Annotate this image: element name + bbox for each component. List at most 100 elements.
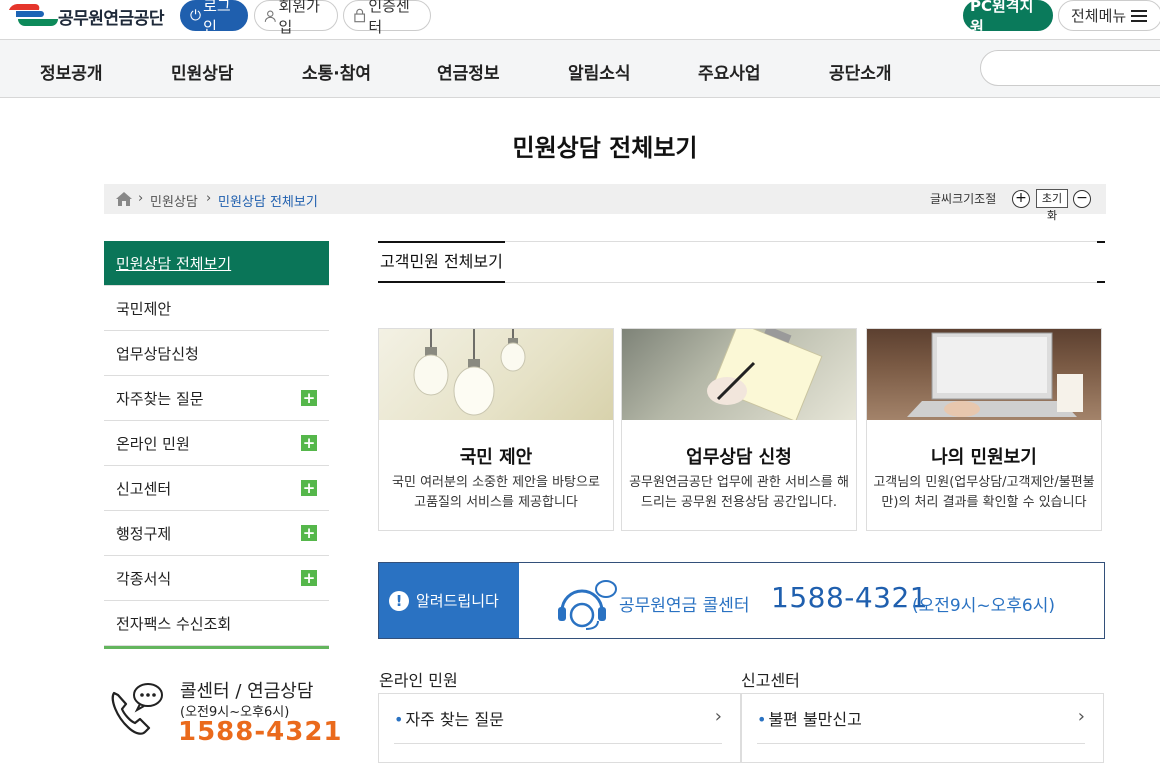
notice-label-text: 알려드립니다: [416, 592, 499, 610]
logo[interactable]: 공무원연금공단: [6, 2, 164, 30]
user-icon: [264, 10, 276, 22]
card-desc: 고객님의 민원(업무상담/고객제안/불편불만)의 처리 결과를 확인할 수 있습…: [873, 475, 1095, 510]
card-desc: 공무원연금공단 업무에 관한 서비스를 해드리는 공무원 전용상담 공간입니다.: [629, 475, 849, 510]
bullet-icon: •: [757, 710, 767, 729]
section-title-report: 신고센터: [741, 671, 800, 690]
gnb-item-news[interactable]: 알림소식: [568, 59, 631, 84]
sidebar-item-forms[interactable]: 각종서식 +: [104, 556, 329, 601]
card-title: 나의 민원보기: [931, 447, 1037, 468]
section-title-online: 온라인 민원: [379, 671, 458, 690]
card-consult[interactable]: 업무상담 신청 공무원연금공단 업무에 관한 서비스를 해드리는 공무원 전용상…: [621, 328, 857, 531]
breadcrumb-sep-icon: ›: [138, 191, 144, 206]
exclamation-icon: !: [389, 590, 409, 611]
notice-banner: ! 알려드립니다 공무원연금 콜센터 1588-4321 (오전9시~오후6시): [378, 562, 1105, 639]
sidebar-item-label: 전자팩스 수신조회: [116, 614, 232, 633]
card-title: 국민 제안: [459, 447, 533, 468]
tab-all-civil[interactable]: 고객민원 전체보기: [378, 241, 505, 283]
sidebar-item-label: 행정구제: [116, 524, 172, 543]
notice-phone: 1588-4321: [771, 581, 929, 614]
breadcrumb-level1[interactable]: 민원상담: [150, 191, 198, 210]
notice-hours: (오전9시~오후6시): [912, 596, 1055, 616]
expand-plus-icon[interactable]: +: [301, 570, 317, 586]
list-item-complaint[interactable]: • 불편 불만신고 ›: [757, 706, 1085, 744]
card-title: 업무상담 신청: [686, 447, 792, 468]
notice-label: ! 알려드립니다: [379, 563, 519, 638]
sidebar-item-all[interactable]: 민원상담 전체보기: [104, 241, 329, 286]
gnb-item-about[interactable]: 공단소개: [829, 59, 892, 84]
callcenter-title: 콜센터 / 연금상담: [180, 681, 314, 702]
sidebar-item-online[interactable]: 온라인 민원 +: [104, 421, 329, 466]
card-proposal[interactable]: 국민 제안 국민 여러분의 소중한 제안을 바탕으로 고품질의 서비스를 제공합…: [378, 328, 614, 531]
gnb-item-business[interactable]: 주요사업: [698, 59, 761, 84]
sidebar-item-report[interactable]: 신고센터 +: [104, 466, 329, 511]
gnb-item-participation[interactable]: 소통·참여: [302, 59, 371, 84]
sidebar-item-label: 국민제안: [116, 299, 172, 318]
gnb-item-civil[interactable]: 민원상담: [171, 59, 234, 84]
section-report: • 불편 불만신고 ›: [741, 693, 1104, 763]
gnb-item-info[interactable]: 정보공개: [40, 59, 103, 84]
card-desc: 국민 여러분의 소중한 제안을 바탕으로 고품질의 서비스를 제공합니다: [392, 475, 600, 510]
expand-plus-icon[interactable]: +: [301, 390, 317, 406]
sidebar-item-label: 업무상담신청: [116, 344, 199, 363]
all-menu-button[interactable]: 전체메뉴: [1058, 0, 1160, 31]
sidebar-item-consult[interactable]: 업무상담신청: [104, 331, 329, 376]
chevron-right-icon: ›: [714, 706, 722, 727]
cert-center-button[interactable]: 인증센터: [343, 0, 431, 36]
breadcrumb-sep-icon: ›: [206, 191, 212, 206]
card-my-civil[interactable]: 나의 민원보기 고객님의 민원(업무상담/고객제안/불편불만)의 처리 결과를 …: [866, 328, 1102, 531]
callcenter-box: 콜센터 / 연금상담 (오전9시~오후6시) 1588-4321: [104, 675, 344, 755]
all-menu-label: 전체메뉴: [1071, 7, 1127, 25]
side-nav: 민원상담 전체보기 국민제안 업무상담신청 자주찾는 질문 + 온라인 민원 +…: [104, 241, 329, 649]
join-label: 회원가입: [278, 0, 320, 36]
font-increase-button[interactable]: +: [1012, 190, 1030, 208]
font-reset-button[interactable]: 초기화: [1036, 189, 1068, 222]
top-bar: 공무원연금공단 ⏻ 로그인 회원가입 인증센터 PC원격지원 전체메뉴: [0, 0, 1160, 38]
callcenter-phone: 1588-4321: [178, 717, 343, 747]
notice-center-name: 공무원연금 콜센터: [619, 596, 750, 616]
search-input[interactable]: [980, 50, 1160, 86]
sidebar-item-label: 신고센터: [116, 479, 172, 498]
sidebar-item-remedy[interactable]: 행정구제 +: [104, 511, 329, 556]
list-item-label: 불편 불만신고: [768, 710, 862, 729]
logo-text: 공무원연금공단: [58, 8, 164, 29]
login-button[interactable]: ⏻ 로그인: [180, 0, 248, 36]
gnb-item-pension[interactable]: 연금정보: [437, 59, 500, 84]
pc-support-button[interactable]: PC원격지원: [963, 0, 1053, 36]
sidebar-item-label: 자주찾는 질문: [116, 389, 204, 408]
section-online: • 자주 찾는 질문 ›: [378, 693, 741, 763]
power-icon: ⏻: [190, 7, 202, 24]
global-nav: 정보공개 민원상담 소통·참여 연금정보 알림소식 주요사업 공단소개: [0, 39, 1160, 98]
cert-label: 인증센터: [368, 0, 410, 36]
headset-icon: [558, 580, 617, 630]
join-button[interactable]: 회원가입: [254, 0, 338, 36]
home-icon[interactable]: [116, 192, 132, 206]
breadcrumb: › 민원상담 › 민원상담 전체보기 글씨크기조절 + 초기화 −: [104, 184, 1106, 222]
list-item-faq[interactable]: • 자주 찾는 질문 ›: [394, 706, 722, 744]
page-title: 민원상담 전체보기: [512, 134, 698, 162]
sidebar-item-efax[interactable]: 전자팩스 수신조회: [104, 601, 329, 646]
sidebar-item-label: 온라인 민원: [116, 434, 190, 453]
expand-plus-icon[interactable]: +: [301, 435, 317, 451]
list-item-label: 자주 찾는 질문: [405, 710, 504, 729]
bullet-icon: •: [394, 710, 404, 729]
divider: [1097, 241, 1105, 243]
chevron-right-icon: ›: [1077, 706, 1085, 727]
font-size-label: 글씨크기조절: [930, 192, 997, 206]
phone-chat-icon: [111, 683, 163, 735]
lightbulb-image: [379, 329, 613, 420]
font-decrease-button[interactable]: −: [1073, 190, 1091, 208]
pc-support-label: PC원격지원: [970, 0, 1034, 36]
sidebar-item-faq[interactable]: 자주찾는 질문 +: [104, 376, 329, 421]
logo-mark-icon: [6, 2, 58, 30]
hamburger-icon: [1131, 9, 1148, 22]
sidebar-item-label: 민원상담 전체보기: [116, 254, 232, 273]
expand-plus-icon[interactable]: +: [301, 480, 317, 496]
content-tabs: 고객민원 전체보기: [378, 241, 1105, 283]
lock-icon: [354, 8, 366, 23]
sidebar-item-proposal[interactable]: 국민제안: [104, 286, 329, 331]
writing-hand-image: [622, 329, 856, 420]
expand-plus-icon[interactable]: +: [301, 525, 317, 541]
laptop-image: [867, 329, 1101, 420]
divider: [1097, 281, 1105, 283]
sidebar-item-label: 각종서식: [116, 569, 172, 588]
